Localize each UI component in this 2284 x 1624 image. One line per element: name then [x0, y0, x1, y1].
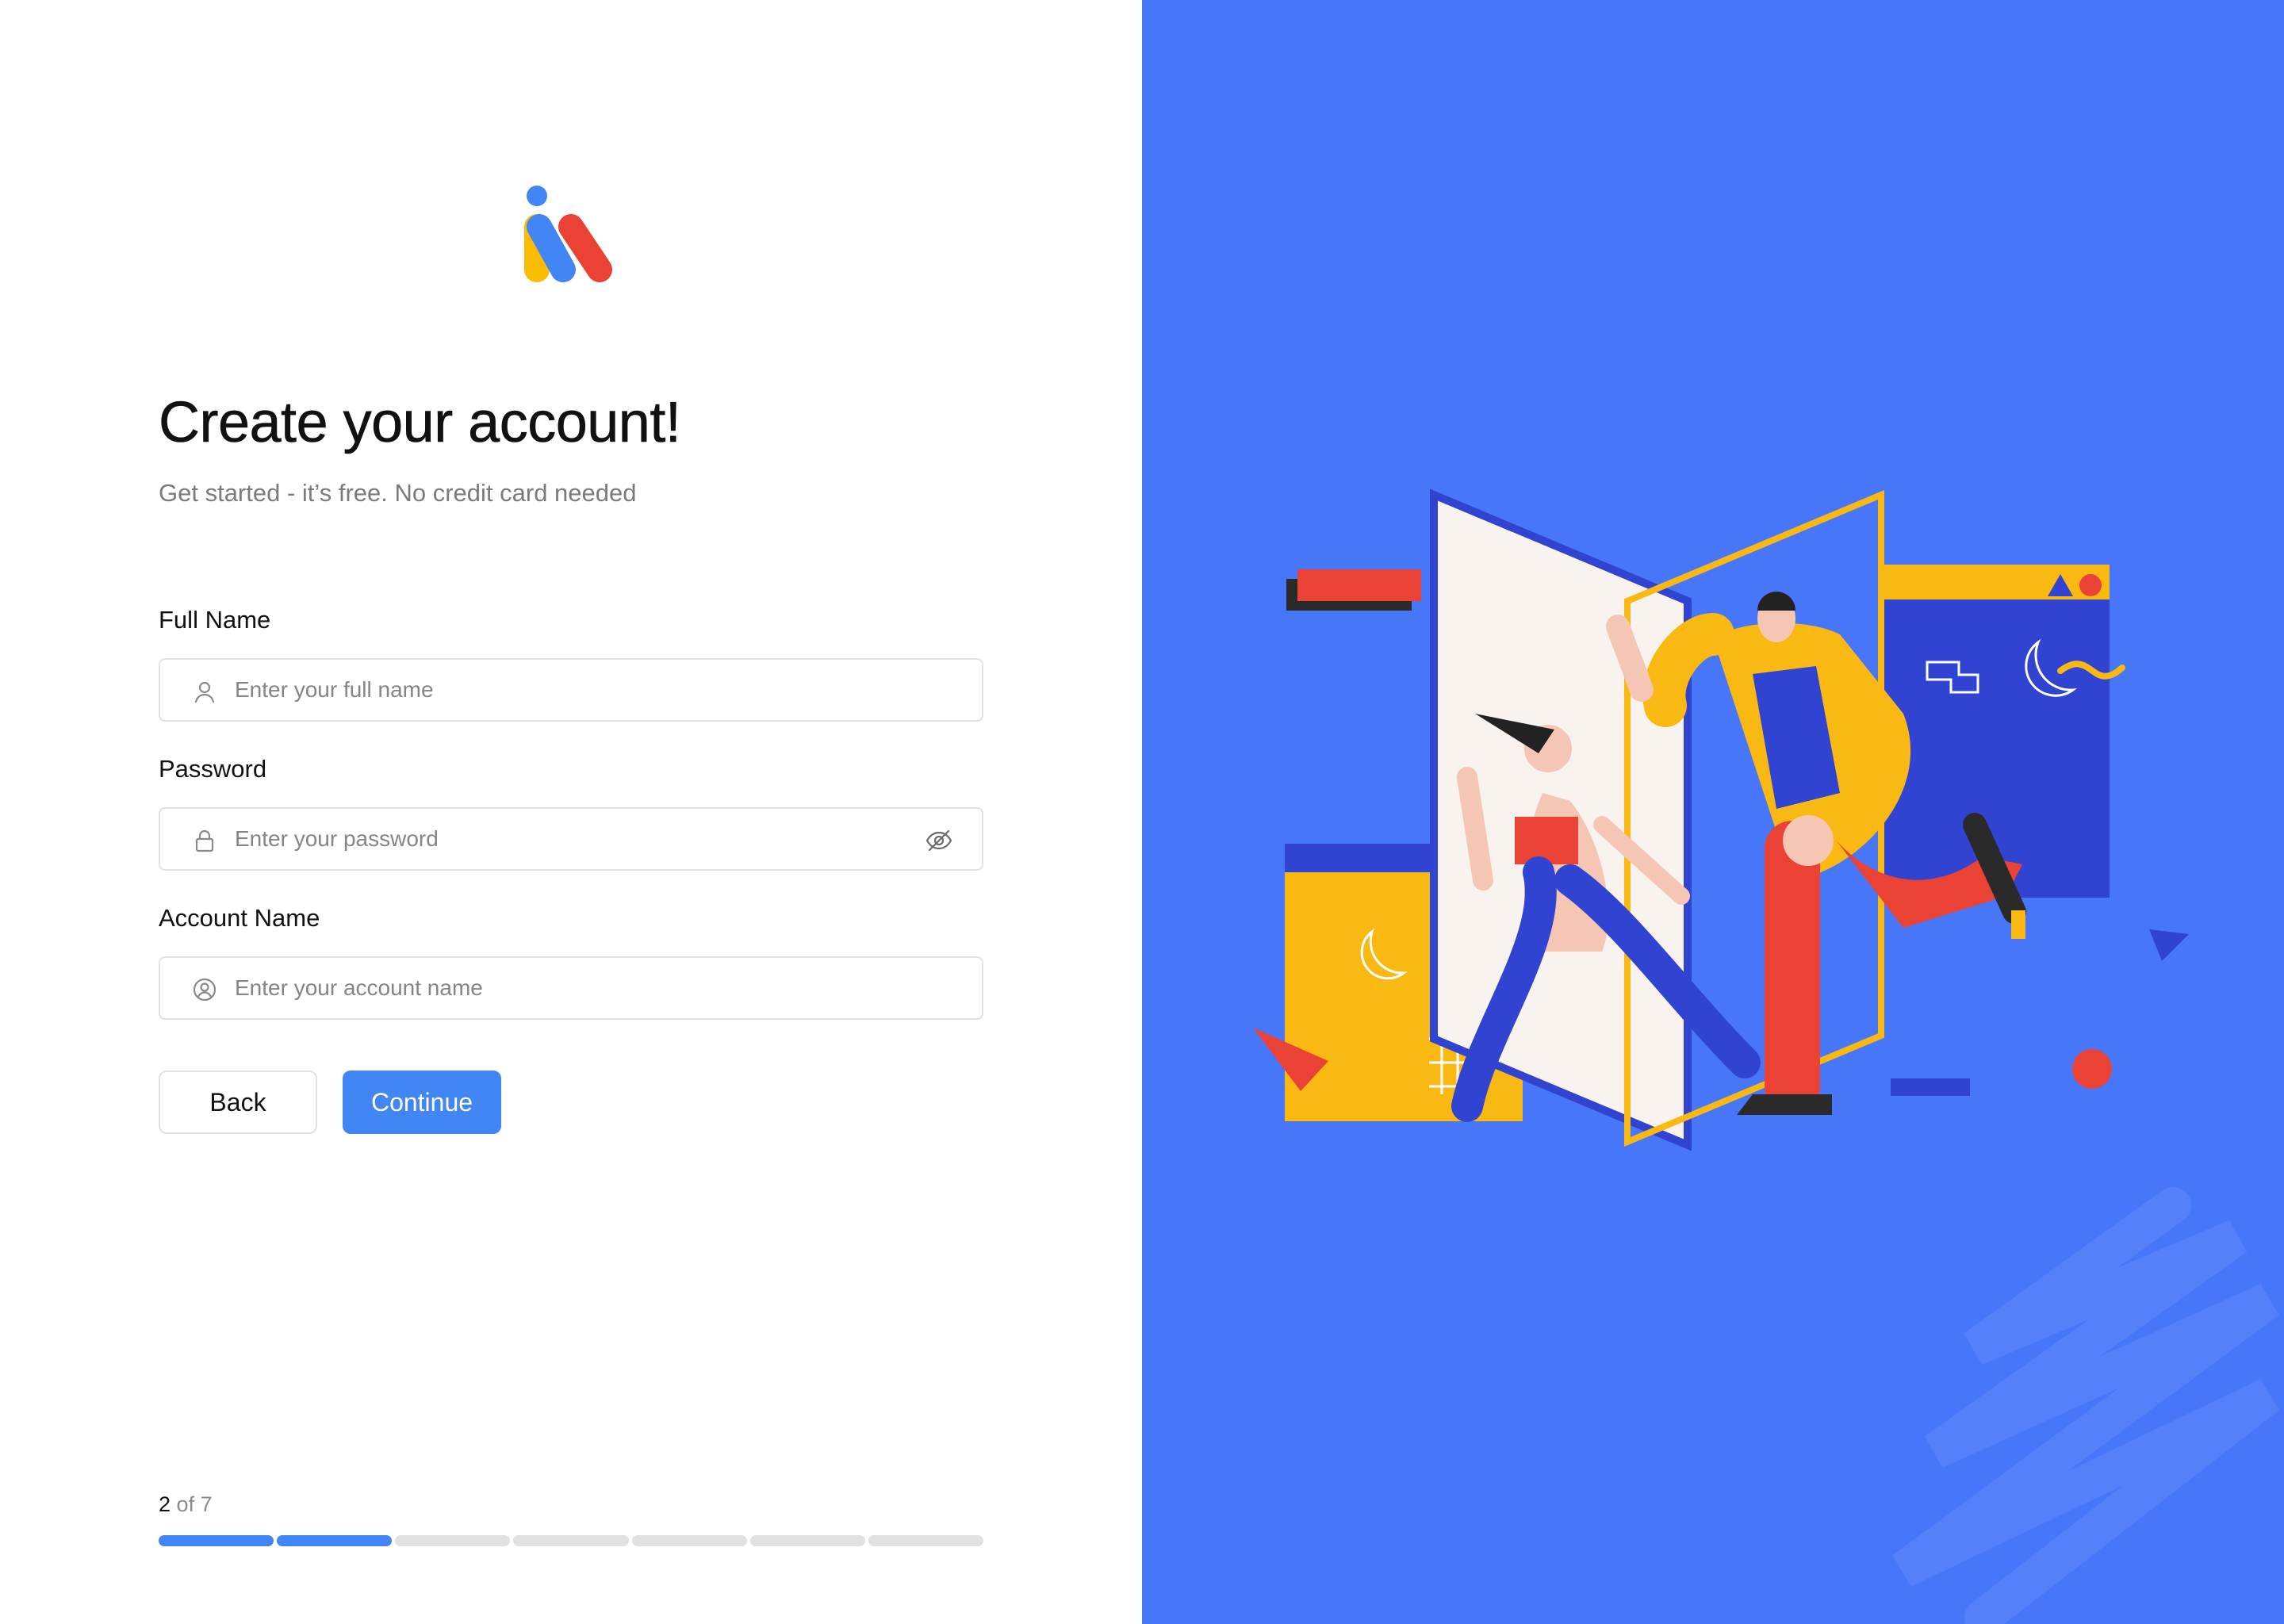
- red-block: [1297, 569, 1421, 601]
- brand-logo: [524, 186, 612, 282]
- step-counter: 2 of 7: [159, 1492, 213, 1517]
- progress-segment: [159, 1535, 274, 1546]
- account-circle-icon: [193, 978, 217, 1002]
- account-name-field[interactable]: [159, 956, 983, 1020]
- signup-page: Create your account! Get started - it’s …: [0, 0, 2284, 1624]
- password-field[interactable]: [159, 807, 983, 871]
- full-name-label: Full Name: [159, 606, 271, 634]
- lock-icon: [195, 829, 214, 852]
- account-name-label: Account Name: [159, 904, 320, 932]
- progress-segment: [277, 1535, 393, 1546]
- onboarding-illustration: [1253, 488, 2280, 1624]
- back-button[interactable]: Back: [159, 1071, 317, 1134]
- illustration-panel: [1142, 0, 2284, 1624]
- step-progress-bar: [159, 1535, 983, 1546]
- account-name-input[interactable]: [235, 958, 885, 1018]
- full-name-input[interactable]: [235, 660, 885, 720]
- progress-segment: [395, 1535, 511, 1546]
- page-title: Create your account!: [159, 391, 681, 455]
- progress-segment: [631, 1535, 747, 1546]
- continue-button[interactable]: Continue: [343, 1071, 501, 1134]
- progress-segment: [513, 1535, 629, 1546]
- eye-off-icon[interactable]: [925, 826, 953, 855]
- password-label: Password: [159, 755, 267, 783]
- blue-bar: [1891, 1078, 1970, 1096]
- progress-segment: [868, 1535, 983, 1546]
- background-scribble: [1892, 1187, 2280, 1624]
- form-panel: Create your account! Get started - it’s …: [0, 0, 1142, 1624]
- step-total: of 7: [176, 1492, 213, 1516]
- step-current: 2: [159, 1492, 171, 1516]
- blue-triangle: [2149, 929, 2189, 961]
- full-name-field[interactable]: [159, 658, 983, 722]
- page-subtitle: Get started - it’s free. No credit card …: [159, 479, 637, 507]
- user-icon: [194, 681, 215, 703]
- red-dot: [2072, 1049, 2112, 1089]
- password-input[interactable]: [235, 809, 885, 869]
- progress-segment: [749, 1535, 865, 1546]
